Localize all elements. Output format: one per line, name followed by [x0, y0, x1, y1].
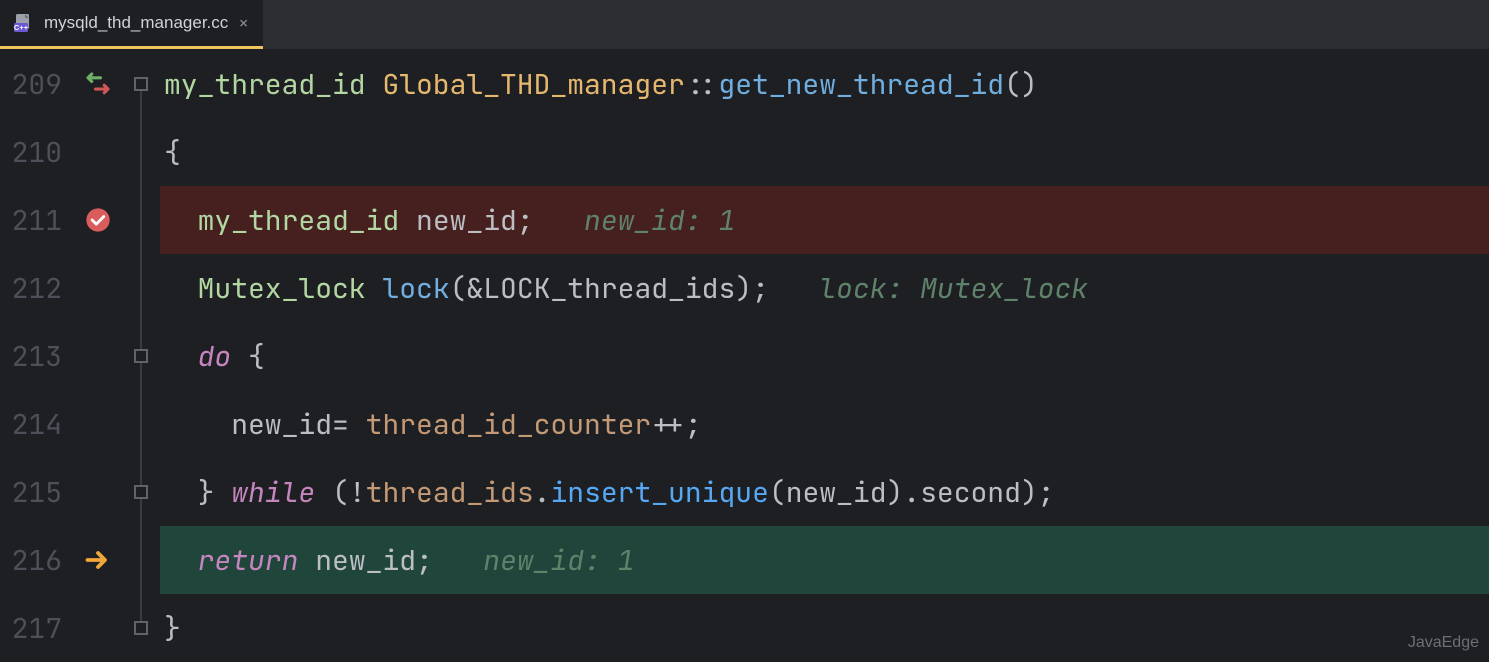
watermark: JavaEdge: [1408, 634, 1479, 652]
tab-bar: C++ mysqld_thd_manager.cc ×: [0, 0, 1489, 50]
fold-handle-icon[interactable]: [134, 621, 148, 635]
code-line: 211 my_thread_id new_id; new_id: 1: [0, 186, 1489, 254]
close-tab-icon[interactable]: ×: [238, 12, 249, 35]
code-line: 209 my_thread_id Global_THD_manager::get…: [0, 50, 1489, 118]
tab-filename: mysqld_thd_manager.cc: [44, 13, 228, 33]
code-editor[interactable]: 209 my_thread_id Global_THD_manager::get…: [0, 50, 1489, 662]
line-number: 217: [0, 610, 70, 647]
inlay-hint: new_id: 1: [483, 542, 634, 579]
inlay-hint: new_id: 1: [584, 202, 735, 239]
line-number: 213: [0, 338, 70, 375]
method-separator-icon[interactable]: [83, 69, 113, 99]
fold-handle-icon[interactable]: [134, 349, 148, 363]
line-number: 211: [0, 202, 70, 239]
line-number: 214: [0, 406, 70, 443]
code-line: 216 return new_id; new_id: 1: [0, 526, 1489, 594]
code-line: 210 {: [0, 118, 1489, 186]
cpp-file-icon: C++: [14, 13, 34, 33]
execution-pointer-icon[interactable]: [84, 546, 112, 574]
fold-handle-icon[interactable]: [134, 485, 148, 499]
line-number: 210: [0, 134, 70, 171]
code-line: 217 }: [0, 594, 1489, 662]
editor-tab[interactable]: C++ mysqld_thd_manager.cc ×: [0, 0, 263, 49]
fold-handle-icon[interactable]: [134, 77, 148, 91]
svg-text:C++: C++: [14, 23, 29, 32]
line-number: 212: [0, 270, 70, 307]
code-line: 214 new_id= thread_id_counter++;: [0, 390, 1489, 458]
code-line: 215 } while (!thread_ids.insert_unique(n…: [0, 458, 1489, 526]
code-line: 212 Mutex_lock lock(&LOCK_thread_ids); l…: [0, 254, 1489, 322]
code-line: 213 do {: [0, 322, 1489, 390]
breakpoint-hit-icon[interactable]: [84, 206, 112, 234]
line-number: 215: [0, 474, 70, 511]
inlay-hint: lock: Mutex_lock: [819, 270, 1088, 307]
line-number: 209: [0, 66, 70, 103]
line-number: 216: [0, 542, 70, 579]
